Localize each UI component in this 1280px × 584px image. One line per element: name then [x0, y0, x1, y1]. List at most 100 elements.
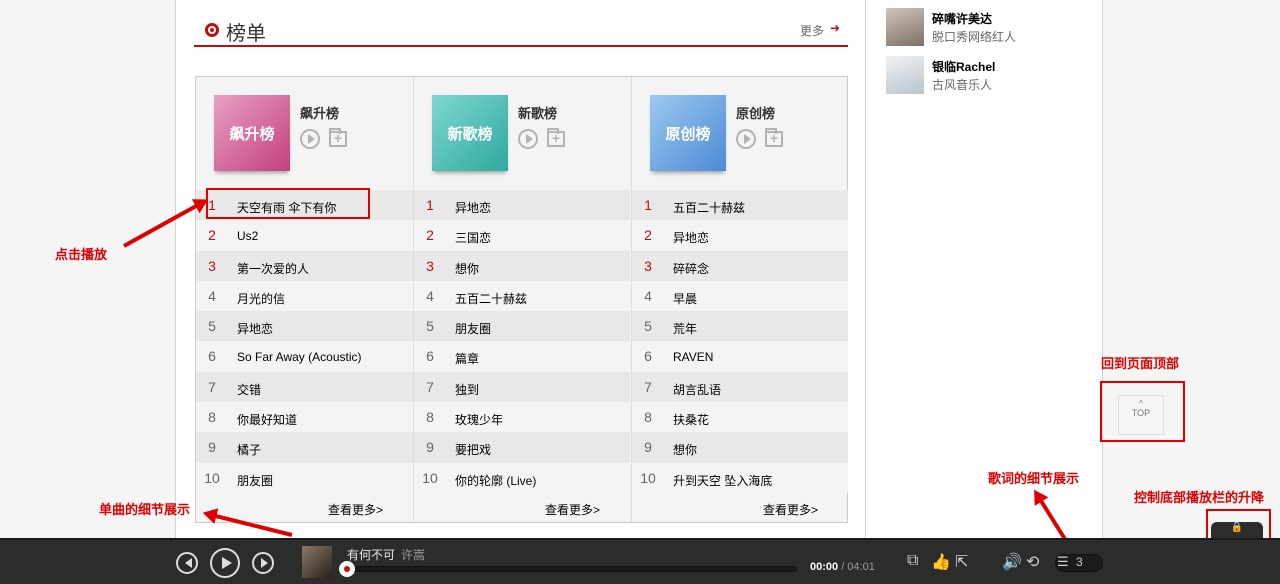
like-icon[interactable]: 👍	[931, 552, 951, 572]
add-folder-icon[interactable]: +	[765, 128, 783, 147]
track-title[interactable]: 第一次爱的人	[237, 260, 309, 277]
add-folder-icon[interactable]: +	[329, 128, 347, 147]
track-title[interactable]: 你的轮廓 (Live)	[455, 472, 536, 489]
view-more-link[interactable]: 查看更多>	[545, 501, 600, 518]
progress-handle[interactable]	[339, 561, 355, 577]
board-title[interactable]: 飙升榜	[300, 103, 339, 122]
play-icon[interactable]	[736, 129, 756, 149]
track-title[interactable]: 玫瑰少年	[455, 411, 503, 428]
user-name[interactable]: 碎嘴许美达	[932, 10, 992, 27]
view-more-link[interactable]: 查看更多>	[328, 501, 383, 518]
annotation-box-track	[206, 188, 370, 219]
avatar[interactable]	[886, 8, 924, 46]
track-title[interactable]: 要把戏	[455, 441, 491, 458]
more-link[interactable]: 更多	[800, 22, 824, 39]
track-title[interactable]: Us2	[237, 229, 258, 243]
track-title[interactable]: 碎碎念	[673, 260, 709, 277]
track-row[interactable]: 2 Us2	[196, 220, 413, 251]
track-row[interactable]: 5 荒年	[632, 311, 848, 342]
track-row[interactable]: 6 RAVEN	[632, 341, 848, 372]
section-header: 榜单 更多 ➜	[194, 14, 848, 47]
track-row[interactable]: 8 玫瑰少年	[414, 402, 630, 433]
track-rank: 1	[426, 197, 434, 213]
play-icon[interactable]	[300, 129, 320, 149]
track-row[interactable]: 5 异地恋	[196, 311, 413, 342]
picture-in-picture-icon[interactable]: ⧉	[907, 552, 918, 570]
track-row[interactable]: 9 要把戏	[414, 432, 630, 463]
playlist-count: 3	[1076, 555, 1083, 569]
board-cover[interactable]: 飙升榜	[214, 95, 290, 171]
volume-icon[interactable]: 🔊	[1002, 552, 1022, 572]
user-name[interactable]: 银临Rachel	[932, 58, 995, 75]
track-row[interactable]: 3 想你	[414, 250, 630, 281]
track-title[interactable]: 扶桑花	[673, 411, 709, 428]
view-more-row: 查看更多>	[632, 493, 848, 523]
board-cover[interactable]: 原创榜	[650, 95, 726, 171]
track-rank: 6	[644, 348, 652, 365]
track-title[interactable]: So Far Away (Acoustic)	[237, 350, 362, 364]
track-title[interactable]: 荒年	[673, 320, 697, 337]
track-row[interactable]: 10 朋友圈	[196, 462, 413, 493]
track-row[interactable]: 8 扶桑花	[632, 402, 848, 433]
board-title[interactable]: 原创榜	[736, 103, 775, 122]
previous-button[interactable]	[176, 552, 198, 574]
track-title[interactable]: 想你	[455, 260, 479, 277]
add-folder-icon[interactable]: +	[547, 128, 565, 147]
track-title[interactable]: 早晨	[673, 290, 697, 307]
track-title[interactable]: 五百二十赫兹	[455, 290, 527, 307]
track-row[interactable]: 1 五百二十赫兹	[632, 190, 848, 221]
track-title[interactable]: 朋友圈	[455, 320, 491, 337]
track-row[interactable]: 7 交错	[196, 371, 413, 403]
board-title[interactable]: 新歌榜	[518, 103, 557, 122]
track-row[interactable]: 10 升到天空 坠入海底	[632, 462, 848, 493]
track-title[interactable]: 异地恋	[237, 320, 273, 337]
track-row[interactable]: 2 三国恋	[414, 220, 630, 251]
track-row[interactable]: 8 你最好知道	[196, 402, 413, 433]
track-row[interactable]: 10 你的轮廓 (Live)	[414, 462, 630, 493]
track-row[interactable]: 3 第一次爱的人	[196, 250, 413, 281]
track-row[interactable]: 7 胡言乱语	[632, 371, 848, 403]
board-cover[interactable]: 新歌榜	[432, 95, 508, 171]
track-row[interactable]: 6 篇章	[414, 341, 630, 372]
track-row[interactable]: 3 碎碎念	[632, 250, 848, 281]
play-button[interactable]	[210, 548, 240, 578]
track-row[interactable]: 5 朋友圈	[414, 311, 630, 342]
track-row[interactable]: 4 月光的信	[196, 280, 413, 312]
track-title[interactable]: 升到天空 坠入海底	[673, 472, 772, 489]
track-title[interactable]: 三国恋	[455, 229, 491, 246]
track-title[interactable]: 橘子	[237, 441, 261, 458]
song-cover[interactable]	[302, 546, 332, 578]
track-row[interactable]: 2 异地恋	[632, 220, 848, 251]
user-item[interactable]: 银临Rachel 古风音乐人	[886, 56, 1086, 96]
track-row[interactable]: 4 早晨	[632, 280, 848, 312]
track-row[interactable]: 9 想你	[632, 432, 848, 463]
track-title[interactable]: 月光的信	[237, 290, 285, 307]
track-title[interactable]: 交错	[237, 381, 261, 398]
track-title[interactable]: 想你	[673, 441, 697, 458]
track-title[interactable]: 异地恋	[455, 199, 491, 216]
track-title[interactable]: 胡言乱语	[673, 381, 721, 398]
track-title[interactable]: 你最好知道	[237, 411, 297, 428]
song-artist[interactable]: 许嵩	[401, 546, 425, 563]
track-title[interactable]: RAVEN	[673, 350, 713, 364]
user-item[interactable]: 碎嘴许美达 脱口秀网络红人	[886, 8, 1086, 48]
track-title[interactable]: 五百二十赫兹	[673, 199, 745, 216]
track-row[interactable]: 7 独到	[414, 371, 630, 403]
progress-bar[interactable]	[347, 566, 797, 572]
song-title[interactable]: 有何不可	[347, 546, 395, 563]
track-row[interactable]: 4 五百二十赫兹	[414, 280, 630, 312]
view-more-link[interactable]: 查看更多>	[763, 501, 818, 518]
track-row[interactable]: 9 橘子	[196, 432, 413, 463]
track-title[interactable]: 异地恋	[673, 229, 709, 246]
arrow-right-icon[interactable]: ➜	[830, 21, 840, 35]
track-title[interactable]: 篇章	[455, 350, 479, 367]
track-row[interactable]: 1 异地恋	[414, 190, 630, 221]
avatar[interactable]	[886, 56, 924, 94]
track-row[interactable]: 6 So Far Away (Acoustic)	[196, 341, 413, 372]
share-icon[interactable]: ⇱	[955, 552, 968, 572]
track-title[interactable]: 朋友圈	[237, 472, 273, 489]
play-icon[interactable]	[518, 129, 538, 149]
next-button[interactable]	[252, 552, 274, 574]
repeat-icon[interactable]: ⟲	[1026, 552, 1039, 572]
track-title[interactable]: 独到	[455, 381, 479, 398]
